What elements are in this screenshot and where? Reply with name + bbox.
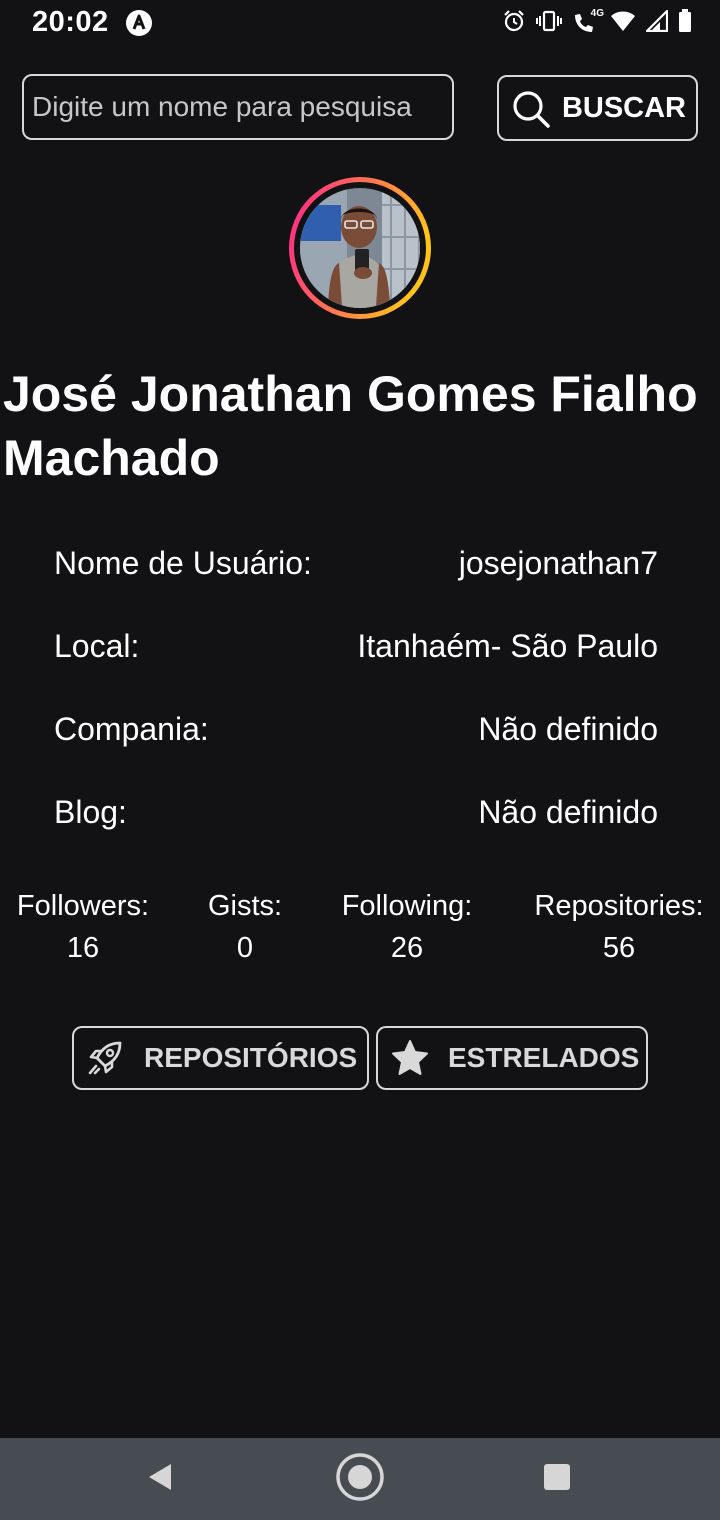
status-icons: 4G <box>502 8 692 38</box>
stat-following: Following: 26 <box>335 885 479 969</box>
info-value: josejonathan7 <box>458 545 658 581</box>
stat-label: Gists: <box>207 890 283 922</box>
wifi-icon <box>610 10 636 37</box>
profile-name: José Jonathan Gomes Fialho Machado <box>3 366 698 486</box>
repositories-button-label: REPOSITÓRIOS <box>144 1042 358 1073</box>
buscar-button[interactable]: BUSCAR <box>497 75 698 141</box>
avatar-photo <box>289 177 431 319</box>
stat-label: Following: <box>341 890 473 922</box>
stat-label: Followers: <box>16 890 150 922</box>
notification-app-icon <box>125 9 153 42</box>
repositories-button[interactable]: REPOSITÓRIOS <box>72 1026 369 1090</box>
buscar-button-label: BUSCAR <box>561 91 686 124</box>
info-label: Blog: <box>54 794 127 830</box>
stat-value: 56 <box>602 932 636 964</box>
profile-actions: REPOSITÓRIOS ESTRELADOS <box>0 1026 720 1092</box>
rocket-icon <box>86 1038 126 1078</box>
search-row: BUSCAR <box>0 74 720 142</box>
profile-info-list: Nome de Usuário: josejonathan7 Local: It… <box>54 545 658 877</box>
info-row-username: Nome de Usuário: josejonathan7 <box>54 545 658 628</box>
back-icon <box>146 1462 174 1497</box>
vibrate-icon <box>536 9 562 38</box>
info-label: Local: <box>54 628 140 664</box>
recents-button[interactable] <box>502 1438 612 1520</box>
search-icon <box>511 89 551 137</box>
info-row-blog: Blog: Não definido <box>54 794 658 877</box>
info-value: Não definido <box>478 794 658 830</box>
status-time: 20:02 <box>32 6 109 38</box>
network-type-label: 4G <box>590 8 604 19</box>
star-icon <box>390 1038 430 1078</box>
stat-value: 26 <box>390 932 424 964</box>
starred-button-label: ESTRELADOS <box>448 1042 640 1073</box>
info-value: Itanhaém- São Paulo <box>357 628 658 664</box>
profile-stats: Followers: 16 Gists: 0 Following: 26 Rep… <box>0 885 720 975</box>
stat-label: Repositories: <box>534 890 704 922</box>
status-bar: 20:02 4G <box>0 0 720 48</box>
stat-repositories: Repositories: 56 <box>528 885 710 969</box>
home-button[interactable] <box>305 1438 415 1520</box>
avatar <box>287 175 433 321</box>
info-value: Não definido <box>478 711 658 747</box>
system-nav-bar <box>0 1438 720 1520</box>
info-label: Compania: <box>54 711 209 747</box>
info-row-company: Compania: Não definido <box>54 711 658 794</box>
info-label: Nome de Usuário: <box>54 545 312 581</box>
alarm-icon <box>502 9 526 38</box>
battery-icon <box>678 8 692 38</box>
stat-value: 0 <box>236 932 254 964</box>
wifi-calling-4g-icon: 4G <box>572 8 604 35</box>
stat-value: 16 <box>66 932 100 964</box>
recents-icon <box>543 1463 571 1496</box>
signal-icon <box>645 9 669 37</box>
search-input[interactable] <box>22 74 454 140</box>
starred-button[interactable]: ESTRELADOS <box>376 1026 648 1090</box>
stat-followers: Followers: 16 <box>12 885 154 969</box>
back-button[interactable] <box>105 1438 215 1520</box>
stat-gists: Gists: 0 <box>204 885 286 969</box>
info-row-location: Local: Itanhaém- São Paulo <box>54 628 658 711</box>
home-icon <box>335 1452 385 1507</box>
